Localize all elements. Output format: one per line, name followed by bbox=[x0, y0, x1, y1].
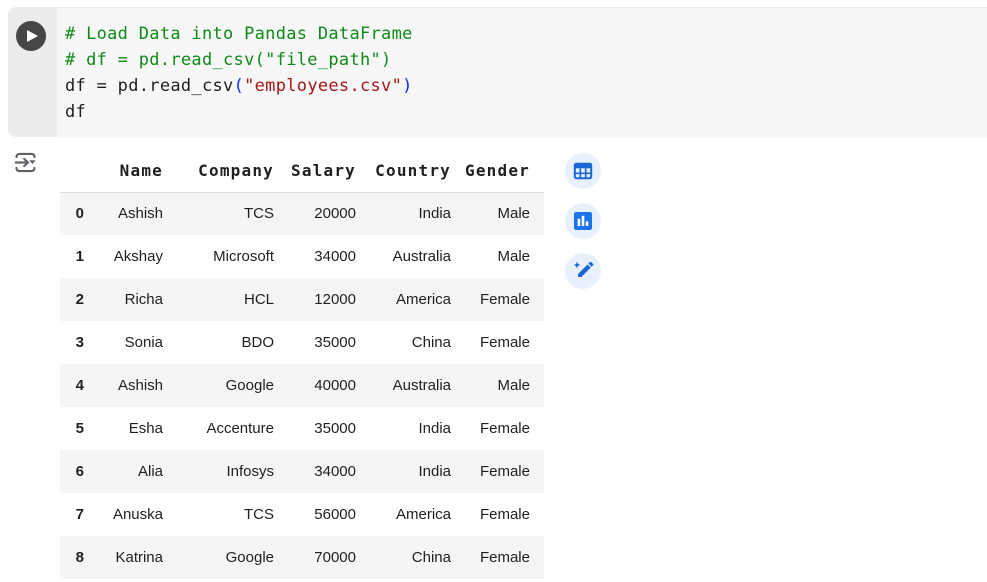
table-cell: Akshay bbox=[113, 248, 163, 265]
table-header-row: Name Company Salary Country Gender bbox=[60, 150, 544, 193]
column-header: Country bbox=[356, 150, 451, 193]
table-cell: Alia bbox=[137, 463, 163, 480]
table-cell: Sonia bbox=[124, 334, 163, 351]
column-header: Name bbox=[84, 150, 163, 193]
table-cell: Richa bbox=[124, 291, 163, 308]
table-cell: 34000 bbox=[314, 463, 356, 480]
table-icon bbox=[573, 162, 593, 180]
table-cell: America bbox=[395, 506, 451, 523]
table-cell: Google bbox=[225, 377, 274, 394]
code-editor[interactable]: # Load Data into Pandas DataFrame # df = … bbox=[65, 21, 987, 125]
code-line: df = pd.read_csv("employees.csv") bbox=[65, 73, 987, 99]
code-token: df = pd.read_csv bbox=[65, 76, 234, 96]
table-cell: Male bbox=[497, 248, 530, 265]
table-cell: TCS bbox=[244, 506, 274, 523]
table-row: 2 Richa HCL 12000 America Female bbox=[60, 278, 544, 321]
table-cell: 20000 bbox=[314, 205, 356, 223]
table-cell: China bbox=[411, 549, 451, 566]
table-cell: Female bbox=[479, 463, 530, 480]
row-index: 4 bbox=[75, 377, 84, 394]
table-cell: 34000 bbox=[314, 248, 356, 265]
table-cell: China bbox=[411, 334, 451, 351]
table-cell: Male bbox=[497, 377, 530, 394]
table-cell: 70000 bbox=[314, 549, 356, 566]
table-cell: 35000 bbox=[314, 420, 356, 437]
suggest-charts-button[interactable] bbox=[565, 203, 601, 239]
table-row: 3 Sonia BDO 35000 China Female bbox=[60, 321, 544, 364]
row-index: 8 bbox=[75, 549, 84, 566]
table-cell: India bbox=[418, 420, 451, 437]
row-index: 0 bbox=[75, 205, 84, 223]
table-cell: HCL bbox=[243, 291, 274, 308]
code-token: # Load Data into Pandas DataFrame bbox=[65, 24, 413, 44]
output-options-button[interactable] bbox=[12, 149, 39, 176]
row-index: 6 bbox=[75, 463, 84, 480]
table-cell: Ashish bbox=[117, 377, 163, 394]
row-index: 1 bbox=[75, 248, 84, 265]
table-cell: BDO bbox=[241, 334, 274, 351]
table-cell: Ashish bbox=[117, 205, 163, 223]
table-cell: Infosys bbox=[226, 463, 274, 480]
table-cell: 40000 bbox=[314, 377, 356, 394]
row-index: 3 bbox=[75, 334, 84, 351]
table-cell: Accenture bbox=[206, 420, 274, 437]
table-row: 1 Akshay Microsoft 34000 Australia Male bbox=[60, 235, 544, 278]
run-cell-button[interactable] bbox=[16, 21, 46, 51]
edit-sparkle-icon bbox=[573, 261, 594, 278]
table-cell: Male bbox=[497, 205, 530, 223]
code-token: # df = pd.read_csv("file_path") bbox=[65, 50, 392, 70]
table-cell: India bbox=[418, 463, 451, 480]
row-index: 7 bbox=[75, 506, 84, 523]
table-cell: Female bbox=[479, 549, 530, 566]
code-line: # Load Data into Pandas DataFrame bbox=[65, 21, 987, 47]
table-cell: Female bbox=[479, 334, 530, 351]
table-cell: India bbox=[418, 205, 451, 223]
index-header bbox=[60, 150, 84, 193]
table-row: 4 Ashish Google 40000 Australia Male bbox=[60, 364, 544, 407]
table-cell: 56000 bbox=[314, 506, 356, 523]
code-token: df bbox=[65, 102, 87, 122]
row-index: 5 bbox=[75, 420, 84, 437]
code-line: # df = pd.read_csv("file_path") bbox=[65, 47, 987, 73]
table-cell: Esha bbox=[128, 420, 163, 437]
code-token: ( bbox=[233, 76, 245, 96]
table-cell: America bbox=[395, 291, 451, 308]
table-row: 7 Anuska TCS 56000 America Female bbox=[60, 493, 544, 536]
code-line: df bbox=[65, 99, 987, 125]
table-cell: Anuska bbox=[112, 506, 163, 523]
table-body: 0 Ashish TCS 20000 India Male 1 Akshay Microsoft… bbox=[60, 192, 544, 579]
generate-code-button[interactable] bbox=[565, 253, 601, 289]
bar-chart-icon bbox=[574, 212, 592, 230]
table-cell: Katrina bbox=[115, 549, 163, 566]
column-header: Company bbox=[163, 150, 274, 193]
table-row: 8 Katrina Google 70000 China Female bbox=[60, 536, 544, 579]
column-header: Gender bbox=[451, 150, 544, 193]
code-token: ) bbox=[402, 76, 413, 96]
table-cell: 12000 bbox=[314, 291, 356, 308]
table-cell: Australia bbox=[392, 248, 451, 265]
row-index: 2 bbox=[75, 291, 84, 308]
output-options-icon bbox=[14, 152, 36, 173]
code-cell: # Load Data into Pandas DataFrame # df = … bbox=[8, 7, 987, 137]
table-cell: Female bbox=[479, 291, 530, 308]
table-cell: Australia bbox=[392, 377, 451, 394]
table-cell: Female bbox=[479, 506, 530, 523]
table-row: 5 Esha Accenture 35000 India Female bbox=[60, 407, 544, 450]
table-cell: Female bbox=[479, 420, 530, 437]
play-icon bbox=[27, 30, 38, 42]
table-cell: TCS bbox=[244, 205, 274, 223]
table-row: 6 Alia Infosys 34000 India Female bbox=[60, 450, 544, 493]
code-token: "employees.csv" bbox=[244, 76, 403, 96]
table-cell: Google bbox=[225, 549, 274, 566]
interactive-table-button[interactable] bbox=[565, 153, 601, 189]
table-cell: Microsoft bbox=[213, 248, 274, 265]
notebook-page: # Load Data into Pandas DataFrame # df = … bbox=[0, 0, 987, 582]
table-row: 0 Ashish TCS 20000 India Male bbox=[60, 192, 544, 235]
column-header: Salary bbox=[274, 150, 356, 193]
table-cell: 35000 bbox=[314, 334, 356, 351]
dataframe-table: Name Company Salary Country Gender 0 Ashish TC… bbox=[60, 150, 544, 579]
